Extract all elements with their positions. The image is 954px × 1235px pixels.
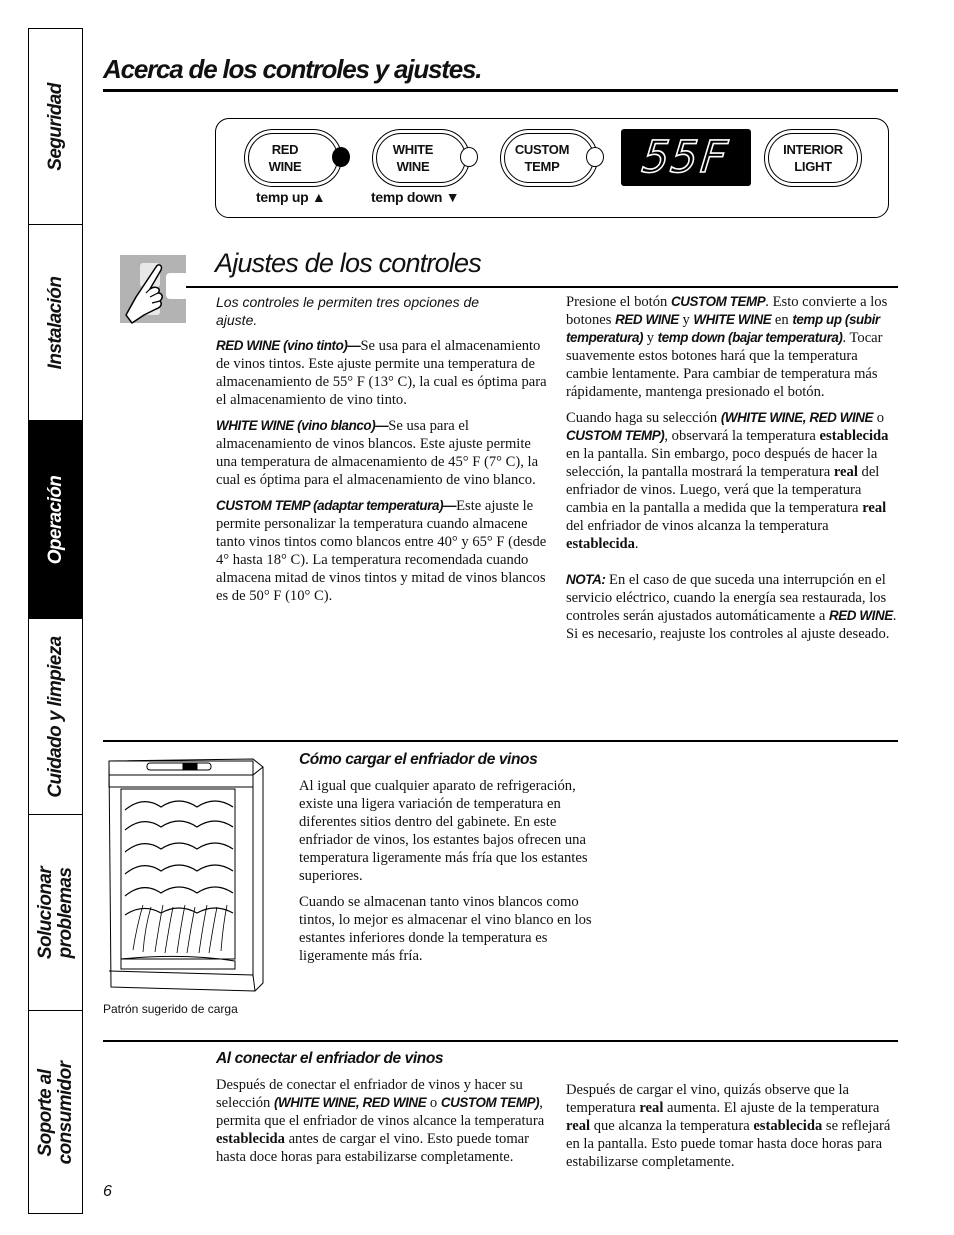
control-panel-diagram: RED WINE temp up ▲ WHITE WINE temp down ▼ …	[215, 118, 889, 218]
button-label-line2: WINE	[396, 159, 430, 174]
section-divider	[186, 286, 898, 288]
connecting-paragraph-right: Después de cargar el vino, quizás observ…	[566, 1082, 891, 1170]
term: WHITE WINE (vino blanco)—	[216, 418, 389, 433]
tab-instalacion[interactable]: Instalación	[29, 225, 82, 421]
power-outage-note: NOTA: En el caso de que suceda una inter…	[566, 572, 897, 642]
tab-soporte-consumidor[interactable]: Soporte al consumidor	[29, 1011, 82, 1215]
temperature-display: 55F	[621, 129, 751, 186]
custom-temp-instructions: Presione el botón CUSTOM TEMP. Esto conv…	[566, 294, 888, 400]
section-title: Ajustes de los controles	[215, 248, 482, 278]
page-title: Acerca de los controles y ajustes.	[103, 54, 482, 84]
wine-cooler-illustration	[103, 755, 266, 995]
tab-cuidado-limpieza[interactable]: Cuidado y limpieza	[29, 619, 82, 815]
section-divider-connecting	[103, 1040, 898, 1042]
term: CUSTOM TEMP (adaptar temperatura)—	[216, 498, 457, 513]
connecting-right-column: Después de cargar el vino, quizás observ…	[566, 1081, 898, 1179]
red-wine-button: RED WINE	[244, 129, 342, 187]
tab-seguridad[interactable]: Seguridad	[29, 29, 82, 225]
button-label-line2: WINE	[268, 159, 302, 174]
connecting-left-column: Al conectar el enfriador de vinos Despué…	[216, 1050, 556, 1174]
page-number: 6	[103, 1183, 112, 1200]
custom-temp-description: CUSTOM TEMP (adaptar temperatura)—Este a…	[216, 497, 552, 605]
custom-temp-indicator-led	[586, 147, 604, 167]
white-wine-button: WHITE WINE	[372, 129, 470, 187]
tab-label-line2: problemas	[54, 867, 76, 958]
tab-operacion[interactable]: Operación	[29, 421, 82, 619]
loading-paragraph-1: Al igual que cualquier aparato de refrig…	[299, 778, 588, 884]
side-tab-nav: Seguridad Instalación Operación Cuidado …	[28, 28, 83, 1214]
title-divider	[103, 89, 898, 92]
settings-intro: Los controles le permiten tres opciones …	[216, 294, 480, 328]
loading-paragraph-2: Cuando se almacenan tanto vinos blancos …	[299, 894, 592, 964]
white-wine-indicator-led	[460, 147, 478, 167]
settings-left-column: Los controles le permiten tres opciones …	[216, 293, 552, 613]
tab-solucionar-problemas[interactable]: Solucionar problemas	[29, 815, 82, 1011]
tab-label: Cuidado y limpieza	[44, 635, 66, 798]
term: RED WINE (vino tinto)—	[216, 338, 361, 353]
loading-section: Cómo cargar el enfriador de vinos Al igu…	[299, 751, 599, 973]
tab-label-line1: Soporte al	[34, 1069, 56, 1157]
selection-display-info: Cuando haga su selección (WHITE WINE, RE…	[566, 410, 889, 552]
button-label-line2: TEMP	[524, 159, 560, 174]
button-label-line1: WHITE	[392, 142, 434, 157]
image-caption: Patrón sugerido de carga	[103, 1002, 238, 1016]
tab-label: Operación	[44, 475, 66, 564]
temp-down-label: temp down ▼	[371, 189, 460, 205]
red-wine-indicator-led	[332, 147, 350, 167]
description-text: Este ajuste le permite personalizar la t…	[216, 498, 547, 604]
hand-pointer-icon	[118, 255, 188, 324]
custom-temp-button: CUSTOM TEMP	[500, 129, 598, 187]
tab-label-line1: Solucionar	[34, 866, 56, 959]
connecting-paragraph-left: Después de conectar el enfriador de vino…	[216, 1077, 545, 1165]
red-wine-description: RED WINE (vino tinto)—Se usa para el alm…	[216, 337, 552, 409]
tab-label: Seguridad	[44, 82, 66, 171]
white-wine-description: WHITE WINE (vino blanco)—Se usa para el …	[216, 417, 552, 489]
button-label-line1: CUSTOM	[514, 142, 570, 157]
settings-right-column: Presione el botón CUSTOM TEMP. Esto conv…	[566, 293, 898, 651]
tab-label-line2: consumidor	[54, 1061, 76, 1165]
interior-light-button: INTERIOR LIGHT	[764, 129, 862, 187]
tab-label: Instalación	[44, 276, 66, 369]
temp-up-label: temp up ▲	[256, 189, 326, 205]
button-label-line1: INTERIOR	[783, 142, 843, 157]
connecting-section-title: Al conectar el enfriador de vinos	[216, 1050, 444, 1067]
section-divider-loading	[103, 740, 898, 742]
button-label-line2: LIGHT	[794, 159, 832, 174]
display-readout: 55F	[640, 131, 732, 184]
loading-section-title: Cómo cargar el enfriador de vinos	[299, 751, 538, 768]
button-label-line1: RED	[271, 142, 299, 157]
